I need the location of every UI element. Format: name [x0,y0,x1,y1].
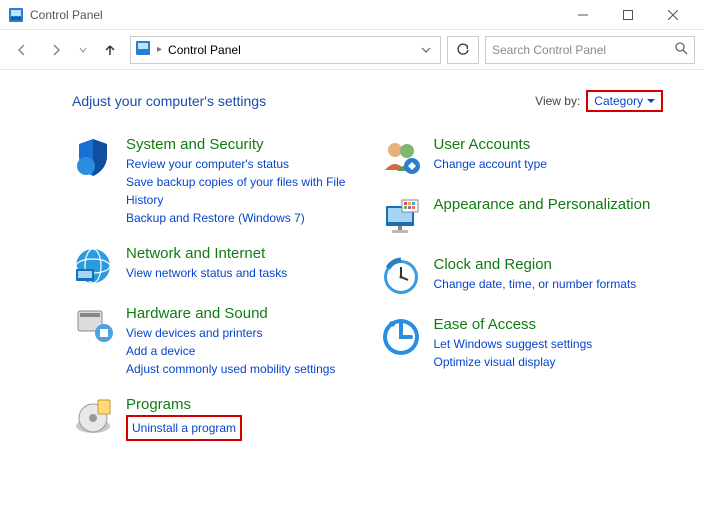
category-user-accounts: User Accounts Change account type [380,136,664,178]
category-link[interactable]: Change date, time, or number formats [434,275,664,293]
view-by-dropdown[interactable]: Category [586,90,663,112]
view-by-label: View by: [535,94,580,108]
clock-icon [380,256,422,298]
category-hardware: Hardware and Sound View devices and prin… [72,305,356,378]
search-input[interactable] [492,43,668,57]
network-icon [72,245,114,287]
search-box[interactable] [485,36,695,64]
content-area: Adjust your computer's settings View by:… [0,70,703,479]
category-appearance: Appearance and Personalization [380,196,664,238]
breadcrumb[interactable]: Control Panel [168,43,241,57]
view-by-value: Category [594,94,643,108]
category-system-security: System and Security Review your computer… [72,136,356,227]
up-button[interactable] [96,36,124,64]
category-link[interactable]: View devices and printers [126,324,356,342]
address-bar[interactable]: ▸ Control Panel [130,36,441,64]
category-link[interactable]: Adjust commonly used mobility settings [126,360,356,378]
category-link[interactable]: Optimize visual display [434,353,664,371]
category-link[interactable]: Change account type [434,155,664,173]
category-link[interactable]: Backup and Restore (Windows 7) [126,209,356,227]
programs-icon [72,396,114,438]
page-title: Adjust your computer's settings [72,93,266,109]
chevron-down-icon[interactable] [416,45,436,55]
category-link[interactable]: Add a device [126,342,356,360]
category-programs: Programs Uninstall a program [72,396,356,441]
category-link[interactable]: Review your computer's status [126,155,356,173]
control-panel-icon [8,7,24,23]
settings-header: Adjust your computer's settings View by:… [72,90,663,112]
category-link[interactable]: View network status and tasks [126,264,356,282]
appearance-icon [380,196,422,238]
category-clock: Clock and Region Change date, time, or n… [380,256,664,298]
category-title[interactable]: Network and Internet [126,245,356,262]
shield-icon [72,136,114,178]
forward-button[interactable] [42,36,70,64]
refresh-button[interactable] [447,36,479,64]
category-ease-of-access: Ease of Access Let Windows suggest setti… [380,316,664,371]
view-by-control: View by: Category [535,90,663,112]
category-network: Network and Internet View network status… [72,245,356,287]
chevron-down-icon [647,97,655,105]
category-link[interactable]: Let Windows suggest settings [434,335,664,353]
search-icon[interactable] [674,41,688,58]
titlebar: Control Panel [0,0,703,30]
control-panel-icon [135,40,151,59]
chevron-right-icon[interactable]: ▸ [157,44,162,55]
navigation-bar: ▸ Control Panel [0,30,703,70]
maximize-button[interactable] [605,0,650,30]
hardware-icon [72,305,114,347]
minimize-button[interactable] [560,0,605,30]
category-title[interactable]: System and Security [126,136,356,153]
back-button[interactable] [8,36,36,64]
left-column: System and Security Review your computer… [72,136,356,459]
category-title[interactable]: Clock and Region [434,256,664,273]
category-title[interactable]: Ease of Access [434,316,664,333]
user-accounts-icon [380,136,422,178]
ease-of-access-icon [380,316,422,358]
category-link[interactable]: Uninstall a program [132,421,236,435]
category-title[interactable]: User Accounts [434,136,664,153]
category-title[interactable]: Appearance and Personalization [434,196,664,213]
right-column: User Accounts Change account type Appear… [380,136,664,459]
close-button[interactable] [650,0,695,30]
category-title[interactable]: Hardware and Sound [126,305,356,322]
highlight-box: Uninstall a program [126,415,242,441]
category-title[interactable]: Programs [126,396,356,413]
window-title: Control Panel [30,8,103,22]
recent-dropdown-icon[interactable] [76,36,90,64]
category-link[interactable]: Save backup copies of your files with Fi… [126,173,356,209]
